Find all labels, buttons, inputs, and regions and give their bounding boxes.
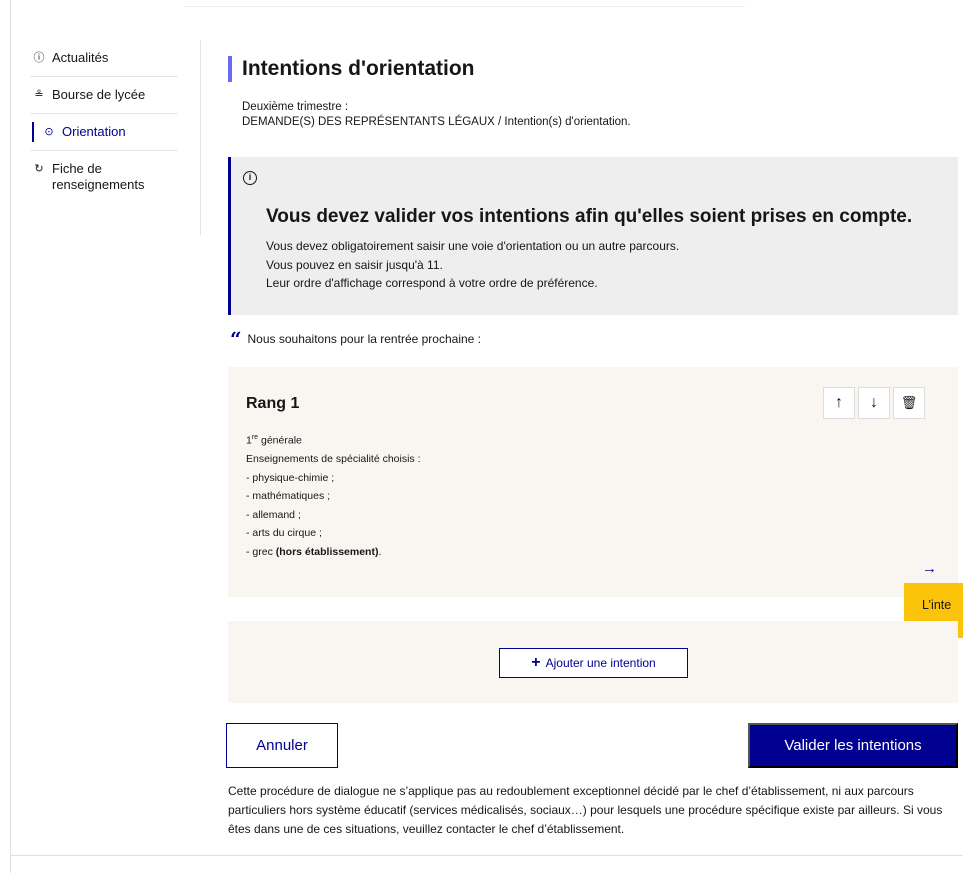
alert-line: Vous pouvez en saisir jusqu'à 11.: [266, 257, 443, 272]
add-intention-label: Ajouter une intention: [545, 656, 656, 670]
money-icon: ≗: [34, 89, 44, 101]
sidebar-nav: ⓘ Actualités ≗ Bourse de lycée ⊙ Orienta…: [30, 40, 178, 203]
info-circle-icon: ⓘ: [33, 52, 45, 64]
arrow-right-icon[interactable]: →: [922, 560, 937, 577]
procedure-note: Cette procédure de dialogue ne s’appliqu…: [228, 784, 943, 836]
sidebar-item-label: Fiche de renseignements: [52, 161, 145, 192]
move-down-button[interactable]: ↓: [858, 387, 890, 419]
arrow-up-icon: ↑: [835, 394, 843, 411]
rank-title: Rang 1: [246, 395, 300, 412]
rank-details: 1re générale Enseignements de spécialité…: [246, 429, 421, 561]
speciality-note: (hors établissement): [275, 545, 379, 558]
page-subtitle: Deuxième trimestre : DEMANDE(S) DES REPR…: [242, 100, 958, 130]
arrow-down-icon: ↓: [870, 394, 878, 411]
delete-button[interactable]: 🗑: [893, 387, 925, 419]
main-header: Intentions d'orientation Deuxième trimes…: [228, 56, 958, 130]
bottom-border: [10, 855, 963, 856]
sidebar-item-label: Actualités: [52, 50, 109, 65]
add-intention-panel: + Ajouter une intention: [228, 621, 958, 703]
validate-button[interactable]: Valider les intentions: [748, 723, 958, 768]
sidebar-item-bourse[interactable]: ≗ Bourse de lycée: [30, 77, 178, 114]
alert-title: Vous devez valider vos intentions afin q…: [266, 206, 913, 227]
alert-line: Vous devez obligatoirement saisir une vo…: [266, 239, 680, 253]
cancel-button[interactable]: Annuler: [226, 723, 338, 768]
trash-icon: 🗑: [900, 395, 918, 410]
page-title: Intentions d'orientation: [228, 56, 958, 82]
plus-icon: +: [531, 654, 541, 671]
sidebar-item-fiche[interactable]: ↻ Fiche de renseignements: [30, 151, 178, 203]
top-border: [185, 6, 745, 7]
speciality-item: - mathématiques ;: [246, 490, 331, 502]
sidebar-item-orientation[interactable]: ⊙ Orientation: [30, 114, 178, 151]
subtitle-description: DEMANDE(S) DES REPRÉSENTANTS LÉGAUX / In…: [242, 116, 631, 128]
level-name: générale: [258, 434, 302, 447]
info-alert: i Vous devez valider vos intentions afin…: [228, 157, 958, 315]
specialities-label: Enseignements de spécialité choisis :: [246, 453, 421, 465]
speciality-item: - allemand ;: [246, 508, 301, 521]
speciality-item: - physique-chimie ;: [246, 471, 335, 484]
sidebar-item-label: Orientation: [62, 124, 126, 139]
wish-intro-text: Nous souhaitons pour la rentrée prochain…: [247, 332, 481, 346]
title-accent-bar: [228, 56, 232, 82]
move-up-button[interactable]: ↑: [823, 387, 855, 419]
compass-icon: ⊙: [44, 126, 54, 138]
subtitle-period: Deuxième trimestre :: [242, 101, 349, 113]
speciality-name: - grec: [246, 545, 276, 558]
rank-actions: ↑ ↓ 🗑: [823, 387, 925, 419]
sidebar-item-actualites[interactable]: ⓘ Actualités: [30, 40, 178, 77]
rank-level: 1re générale: [246, 429, 421, 450]
sidebar-item-label: Bourse de lycée: [52, 87, 146, 102]
left-border: [10, 0, 11, 873]
speciality-item: - grec (hors établissement).: [246, 543, 421, 562]
alert-line: Leur ordre d'affichage correspond à votr…: [266, 276, 598, 290]
intention-card: Rang 1 ↑ ↓ 🗑 1re générale Enseignements …: [228, 367, 958, 597]
page-title-text: Intentions d'orientation: [242, 57, 475, 80]
speciality-suffix: .: [378, 545, 382, 558]
tooltip-text: L’inte: [922, 598, 952, 612]
add-intention-button[interactable]: + Ajouter une intention: [499, 648, 688, 678]
info-icon: i: [243, 171, 257, 185]
speciality-item: - arts du cirque ;: [246, 527, 322, 539]
alert-text: Vous devez obligatoirement saisir une vo…: [266, 237, 679, 293]
refresh-doc-icon: ↻: [34, 163, 44, 175]
quote-icon: “: [230, 327, 242, 351]
sidebar-divider: [200, 40, 201, 235]
wish-intro: “ Nous souhaitons pour la rentrée procha…: [230, 327, 481, 351]
